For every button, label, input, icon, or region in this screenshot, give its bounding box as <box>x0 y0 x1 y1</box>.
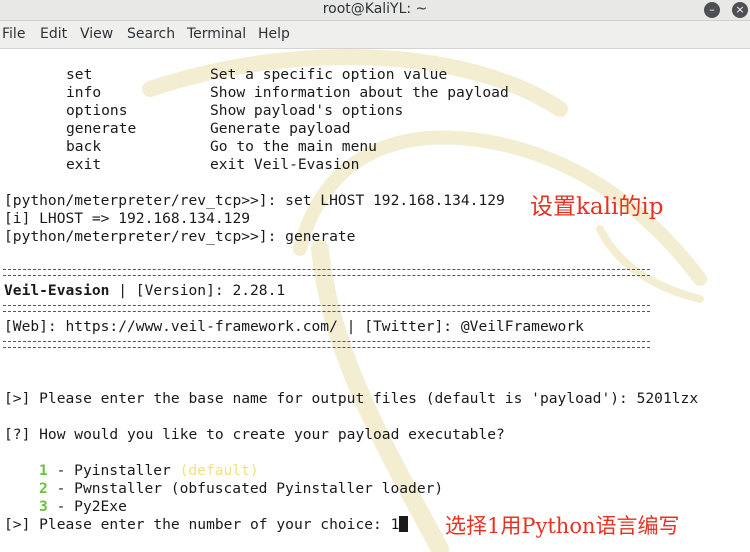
annotation-choose: 选择1用Python语言编写 <box>445 514 680 538</box>
menu-edit[interactable]: Edit <box>40 26 67 42</box>
help-desc: Show payload's options <box>210 102 404 119</box>
help-cmd: options <box>66 102 128 119</box>
help-desc: exit Veil-Evasion <box>210 156 360 173</box>
help-cmd: exit <box>66 156 102 173</box>
banner-web-line: [Web]: https://www.veil-framework.com/ |… <box>4 318 584 335</box>
option-number: 3 <box>39 498 48 515</box>
prompt-how-create: [?] How would you like to create your pa… <box>4 426 505 443</box>
help-row: back Go to the main menu <box>4 138 377 156</box>
menu-search[interactable]: Search <box>127 26 175 42</box>
separator-line <box>3 341 650 348</box>
annotation-set-ip: 设置kali的ip <box>530 194 664 220</box>
help-desc: Generate payload <box>210 120 351 137</box>
option-row: 2 - Pwnstaller (obfuscated Pyinstaller l… <box>4 480 443 498</box>
banner-version-line: Veil-Evasion | [Version]: 2.28.1 <box>4 282 285 300</box>
terminal-line-generate: [python/meterpreter/rev_tcp>>]: generate <box>4 228 356 245</box>
terminal-line-set-lhost: [python/meterpreter/rev_tcp>>]: set LHOS… <box>4 192 505 209</box>
minimize-icon[interactable]: – <box>704 2 720 18</box>
help-row: exit exit Veil-Evasion <box>4 156 359 174</box>
option-number: 1 <box>39 462 48 479</box>
menu-view[interactable]: View <box>80 26 113 42</box>
option-text: - Pyinstaller <box>47 462 180 479</box>
help-desc: Show information about the payload <box>210 84 509 101</box>
help-row: info Show information about the payload <box>4 84 509 102</box>
option-row: 3 - Py2Exe <box>4 498 127 516</box>
help-cmd: set <box>66 66 93 83</box>
help-desc: Set a specific option value <box>210 66 448 83</box>
title-bar: root@KaliYL: ~ – × <box>0 0 750 21</box>
menu-bar: File Edit View Search Terminal Help <box>0 21 750 49</box>
menu-terminal[interactable]: Terminal <box>187 26 246 42</box>
menu-file[interactable]: File <box>2 26 25 42</box>
help-row: generate Generate payload <box>4 120 351 138</box>
banner-version: | [Version]: 2.28.1 <box>109 282 286 299</box>
prompt-base-name: [>] Please enter the base name for outpu… <box>4 390 699 407</box>
help-row: set Set a specific option value <box>4 66 447 84</box>
help-cmd: back <box>66 138 102 155</box>
separator-line <box>3 269 650 276</box>
close-icon[interactable]: × <box>732 2 748 18</box>
text-cursor <box>399 516 409 532</box>
prompt-choice-line[interactable]: [>] Please enter the number of your choi… <box>4 516 409 534</box>
help-cmd: generate <box>66 120 137 137</box>
separator-line <box>3 305 650 312</box>
prompt-choice: [>] Please enter the number of your choi… <box>4 516 400 533</box>
terminal-line-lhost-info: [i] LHOST => 192.168.134.129 <box>4 210 251 227</box>
terminal-area[interactable]: set Set a specific option value info Show … <box>0 49 750 552</box>
option-text: - Pwnstaller (obfuscated Pyinstaller loa… <box>47 480 444 497</box>
option-text: - Py2Exe <box>47 498 127 515</box>
banner-name: Veil-Evasion <box>4 282 110 299</box>
option-number: 2 <box>39 480 48 497</box>
window-title: root@KaliYL: ~ <box>322 1 428 17</box>
menu-help[interactable]: Help <box>258 26 290 42</box>
help-row: options Show payload's options <box>4 102 403 120</box>
help-desc: Go to the main menu <box>210 138 377 155</box>
option-row: 1 - Pyinstaller (default) <box>4 462 259 480</box>
option-default-note: (default) <box>179 462 259 479</box>
help-cmd: info <box>66 84 102 101</box>
